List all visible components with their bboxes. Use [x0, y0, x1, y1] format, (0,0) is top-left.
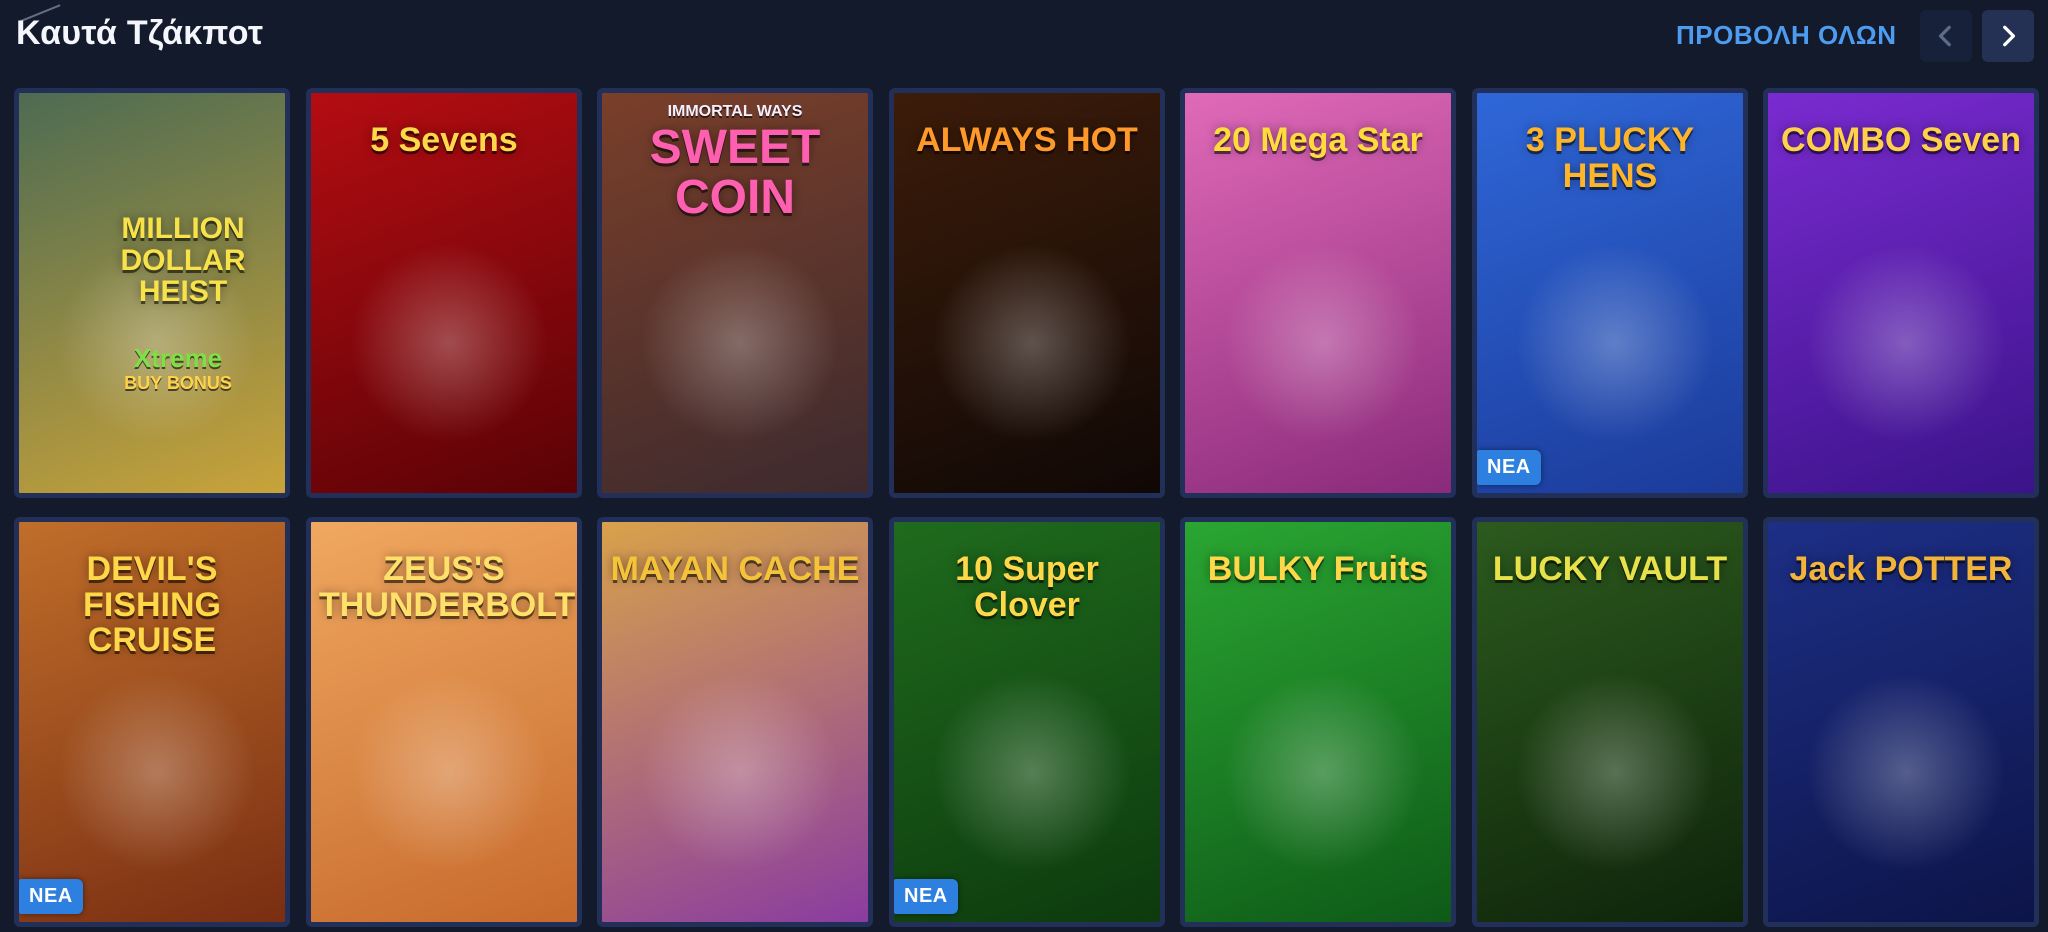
- game-tile[interactable]: DEVIL'S FISHING CRUISE ΝΕΑ: [14, 517, 290, 927]
- section-header: Καυτά Τζάκποτ ΠΡΟΒΟΛΗ ΟΛΩΝ: [0, 0, 2048, 80]
- thumbnail-glow: [1515, 243, 1715, 443]
- game-tile[interactable]: ALWAYS HOT: [889, 88, 1165, 498]
- game-title: Jack POTTER: [1789, 550, 2013, 588]
- carousel-prev-button[interactable]: [1920, 10, 1972, 62]
- thumbnail-glow: [1806, 243, 2006, 443]
- game-title: COMBO Seven: [1781, 121, 2021, 159]
- new-badge: ΝΕΑ: [19, 879, 83, 914]
- game-title: 20 Mega Star: [1213, 121, 1423, 159]
- game-tile[interactable]: IMMORTAL WAYS SWEET COIN: [597, 88, 873, 498]
- section-title: Καυτά Τζάκποτ: [16, 14, 264, 52]
- game-tile[interactable]: ZEUS'S THUNDERBOLT: [306, 517, 582, 927]
- game-grid: MILLION DOLLAR HEIST Xtreme BUY BONUS 5 Sev…: [14, 88, 2039, 928]
- game-title: SWEET COIN: [649, 121, 821, 225]
- thumbnail-glow: [932, 243, 1132, 443]
- game-title: ALWAYS HOT: [916, 121, 1138, 159]
- thumbnail-glow: [932, 672, 1132, 872]
- game-title: BULKY Fruits: [1207, 550, 1429, 588]
- game-tile[interactable]: Jack POTTER: [1763, 517, 2039, 927]
- thumbnail-glow: [57, 672, 257, 872]
- game-title: 10 Super Clover: [955, 550, 1099, 624]
- thumbnail-glow: [1223, 243, 1423, 443]
- game-title: MAYAN CACHE: [610, 550, 860, 588]
- game-tile[interactable]: LUCKY VAULT: [1472, 517, 1748, 927]
- game-subtitle: IMMORTAL WAYS: [667, 103, 803, 120]
- game-tile[interactable]: MAYAN CACHE: [597, 517, 873, 927]
- game-title: 3 PLUCKY HENS: [1525, 121, 1695, 195]
- game-tile[interactable]: COMBO Seven: [1763, 88, 2039, 498]
- game-tile[interactable]: MILLION DOLLAR HEIST Xtreme BUY BONUS: [14, 88, 290, 498]
- new-badge: ΝΕΑ: [894, 879, 958, 914]
- chevron-left-icon: [1938, 25, 1951, 47]
- game-title: MILLION DOLLAR HEIST: [120, 212, 246, 308]
- thumbnail-glow: [1223, 672, 1423, 872]
- game-title: DEVIL'S FISHING CRUISE: [83, 550, 221, 660]
- game-title: 5 Sevens: [370, 121, 518, 159]
- thumbnail-glow: [640, 672, 840, 872]
- game-tile[interactable]: 20 Mega Star: [1180, 88, 1456, 498]
- game-tile[interactable]: 10 Super Clover ΝΕΑ: [889, 517, 1165, 927]
- thumbnail-glow: [349, 672, 549, 872]
- thumbnail-glow: [640, 243, 840, 443]
- thumbnail-glow: [1515, 672, 1715, 872]
- game-title: LUCKY VAULT: [1492, 550, 1728, 588]
- thumbnail-glow: [349, 243, 549, 443]
- game-title: ZEUS'S THUNDERBOLT: [319, 550, 576, 624]
- new-badge: ΝΕΑ: [1477, 450, 1541, 485]
- game-tile[interactable]: BULKY Fruits: [1180, 517, 1456, 927]
- view-all-link[interactable]: ΠΡΟΒΟΛΗ ΟΛΩΝ: [1676, 20, 1896, 51]
- game-tile[interactable]: 3 PLUCKY HENS ΝΕΑ: [1472, 88, 1748, 498]
- game-subtitle: Xtreme: [133, 343, 223, 373]
- chevron-right-icon: [2003, 25, 2016, 47]
- carousel-next-button[interactable]: [1982, 10, 2034, 62]
- thumbnail-glow: [1806, 672, 2006, 872]
- game-extra-label: BUY BONUS: [124, 373, 232, 393]
- game-tile[interactable]: 5 Sevens: [306, 88, 582, 498]
